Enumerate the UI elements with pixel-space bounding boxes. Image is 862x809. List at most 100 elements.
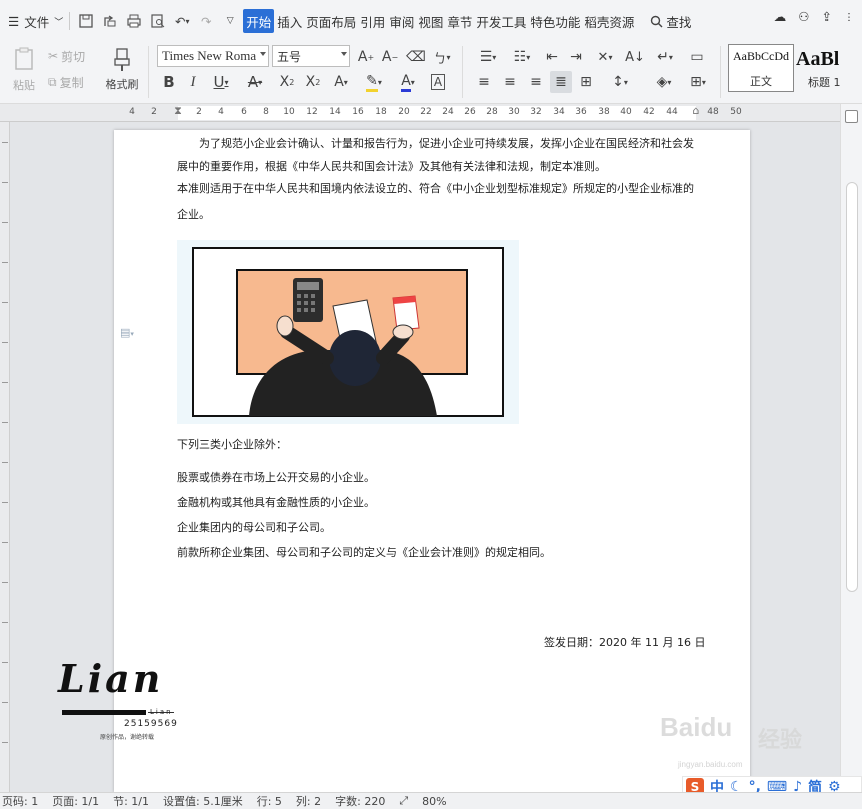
tab-view[interactable]: 视图 [417,9,444,33]
tab-section[interactable]: 章节 [446,9,473,33]
indent-marker-icon[interactable]: ⧗ [174,104,182,118]
ruler-label: 12 [306,107,318,117]
cloud-icon[interactable]: ☁ [774,9,787,24]
phonetic-guide-icon[interactable]: ㄅ ▾ [430,47,454,67]
bullet-list-button[interactable]: ☰ ▾ [474,47,502,67]
baidu-logo-text: Baidu [660,712,733,742]
paste-button[interactable]: 粘贴 [6,44,42,96]
file-menu[interactable]: ☰ 文件 ﹀ [0,9,65,33]
chinese-layout-button[interactable]: ✕ ▾ [592,47,618,67]
document-page[interactable]: 为了规范小企业会计确认、计量和报告行为，促进小企业可持续发展，发挥小企业在国民经… [114,130,750,792]
save-icon[interactable] [74,9,98,33]
paragraph-format-icon[interactable]: ▤▾ [120,326,134,339]
list-item[interactable]: 股票或债券在市场上公开交易的小企业。 [177,466,697,489]
tab-references[interactable]: 引用 [359,9,386,33]
redo-icon[interactable]: ↷ [194,9,218,33]
export-icon[interactable] [98,9,122,33]
tab-home[interactable]: 开始 [243,9,275,33]
print-icon[interactable] [122,9,146,33]
sort-button[interactable]: A↓ [624,47,646,67]
more-icon[interactable]: ︙ [844,9,854,24]
decrease-indent-button[interactable]: ⇤ [542,47,562,67]
quick-access-dropdown-icon[interactable]: ▽ [218,9,242,33]
char-border-button[interactable]: A [428,72,448,92]
vertical-scrollbar[interactable] [846,182,858,592]
paragraph-1[interactable]: 为了规范小企业会计确认、计量和报告行为，促进小企业可持续发展，发挥小企业在国民经… [177,132,697,178]
shading-button[interactable]: ◈ ▾ [650,72,678,92]
share-icon[interactable]: ⇪ [822,9,832,24]
zoom-level[interactable]: 80% [422,795,446,808]
paragraph-3[interactable]: 下列三类小企业除外： [177,433,697,456]
align-center-button[interactable]: ≡ [500,72,520,92]
show-marks-button[interactable]: ↵ ▾ [652,47,678,67]
font-color-button[interactable]: A ▾ [394,72,422,92]
author-watermark: Lian Lian 25159569 原创作品，谢绝转载 [58,656,188,746]
horizontal-ruler[interactable]: 4 2 ⧗ 2 4 6 8 10 12 14 16 18 20 22 24 26… [0,104,862,122]
subscript-button[interactable]: X2 [302,72,324,92]
superscript-button[interactable]: X2 [276,72,298,92]
status-section[interactable]: 节: 1/1 [113,793,149,809]
watermark-note: 原创作品，谢绝转载 [100,734,155,741]
right-indent-marker-icon[interactable]: ⌂ [693,104,700,117]
ruler-label: 40 [620,107,632,117]
grow-font-button[interactable]: A + [356,47,376,67]
status-page[interactable]: 页面: 1/1 [52,793,99,809]
illustration-image[interactable] [177,240,519,424]
increase-indent-button[interactable]: ⇥ [566,47,586,67]
tab-page-layout[interactable]: 页面布局 [305,9,357,33]
ruler-label: 34 [553,107,565,117]
list-item[interactable]: 金融机构或其他具有金融性质的小企业。 [177,491,697,514]
format-painter-button[interactable]: 格式刷 [102,44,142,96]
divider [69,12,71,30]
table-grid-button[interactable]: ▭ [686,47,708,67]
font-size-select[interactable]: 五号 [272,45,350,67]
tab-features[interactable]: 特色功能 [529,9,581,33]
shrink-font-button[interactable]: A − [380,47,400,67]
status-words[interactable]: 字数: 220 [335,793,385,809]
font-size-value: 五号 [277,49,302,64]
status-setting[interactable]: 设置值: 5.1厘米 [163,793,243,809]
text-effect-button[interactable]: A ▾ [328,72,354,92]
highlight-button[interactable]: ✎ ▾ [360,72,388,92]
line-spacing-button[interactable]: ↕ ▾ [606,72,634,92]
watermark-id: 25159569 [124,719,178,729]
chevron-down-icon [260,52,266,56]
style-normal[interactable]: AaBbCcDd 正文 [728,44,794,92]
ruler-label: 18 [375,107,387,117]
bold-button[interactable]: B [160,72,178,92]
numbered-list-button[interactable]: ☷ ▾ [508,47,536,67]
fullscreen-icon[interactable]: ⤢ [399,794,408,808]
list-item[interactable]: 企业集团内的母公司和子公司。 [177,516,697,539]
print-preview-icon[interactable] [146,9,170,33]
paragraph-4[interactable]: 前款所称企业集团、母公司和子公司的定义与《企业会计准则》的规定相同。 [177,541,697,564]
signature-date[interactable]: 签发日期：2020 年 11 月 16 日 [544,634,705,650]
align-right-button[interactable]: ≡ [526,72,546,92]
panel-toggle-icon[interactable] [845,110,858,123]
status-page-number[interactable]: 页码: 1 [2,793,38,809]
paragraph-2[interactable]: 本准则适用于在中华人民共和国境内依法设立的、符合《中小企业划型标准规定》所规定的… [177,176,697,228]
copy-button[interactable]: ⧉ 复制 [48,72,84,92]
font-name-value: Times New Roma [162,48,257,63]
italic-button[interactable]: I [184,72,202,92]
collaborate-icon[interactable]: ⚇ [798,9,809,24]
ruler-label: 42 [643,107,655,117]
font-name-select[interactable]: Times New Roma [157,45,269,67]
tab-review[interactable]: 审阅 [388,9,415,33]
distributed-button[interactable]: ⊞ [576,72,596,92]
strikethrough-button[interactable]: A ▾ [240,72,270,92]
search-button[interactable]: 查找 [648,9,693,33]
ruler-tick [2,262,8,263]
tab-docer[interactable]: 稻壳资源 [583,9,635,33]
style-heading-1[interactable]: AaBl 标题 1 [796,44,842,92]
baidu-watermark: Baidu 经验 jingyan.baidu.com [660,712,820,772]
tab-insert[interactable]: 插入 [276,9,303,33]
justify-button[interactable]: ≣ [550,71,572,93]
underline-button[interactable]: U ▾ [206,72,236,92]
tab-developer[interactable]: 开发工具 [475,9,527,33]
cut-button[interactable]: ✂ 剪切 [48,46,85,66]
clear-format-icon[interactable]: ⌫ [406,47,426,67]
borders-button[interactable]: ⊞ ▾ [684,72,712,92]
undo-icon[interactable]: ↶ ▾ [170,9,194,33]
vertical-ruler[interactable] [0,122,10,792]
align-left-button[interactable]: ≡ [474,72,494,92]
